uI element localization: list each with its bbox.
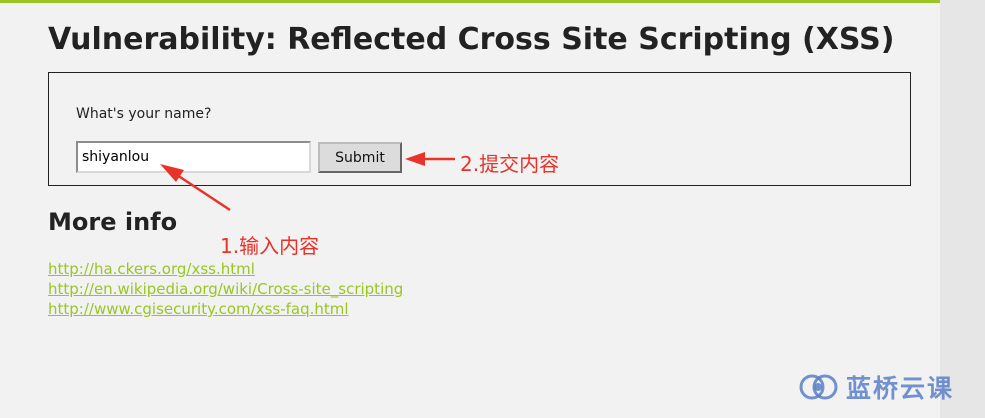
arrow-to-input-head <box>160 164 184 182</box>
lanqiao-logo-icon <box>799 374 838 400</box>
watermark: 蓝桥云课 <box>798 370 954 404</box>
annotation-arrows <box>160 152 455 212</box>
arrow-to-submit-head <box>405 152 425 166</box>
annotation-step-1: 1.输入内容 <box>220 234 320 258</box>
arrow-to-input-shaft <box>173 171 231 212</box>
annotation-step-2: 2.提交内容 <box>460 152 560 176</box>
watermark-text: 蓝桥云课 <box>846 374 955 403</box>
